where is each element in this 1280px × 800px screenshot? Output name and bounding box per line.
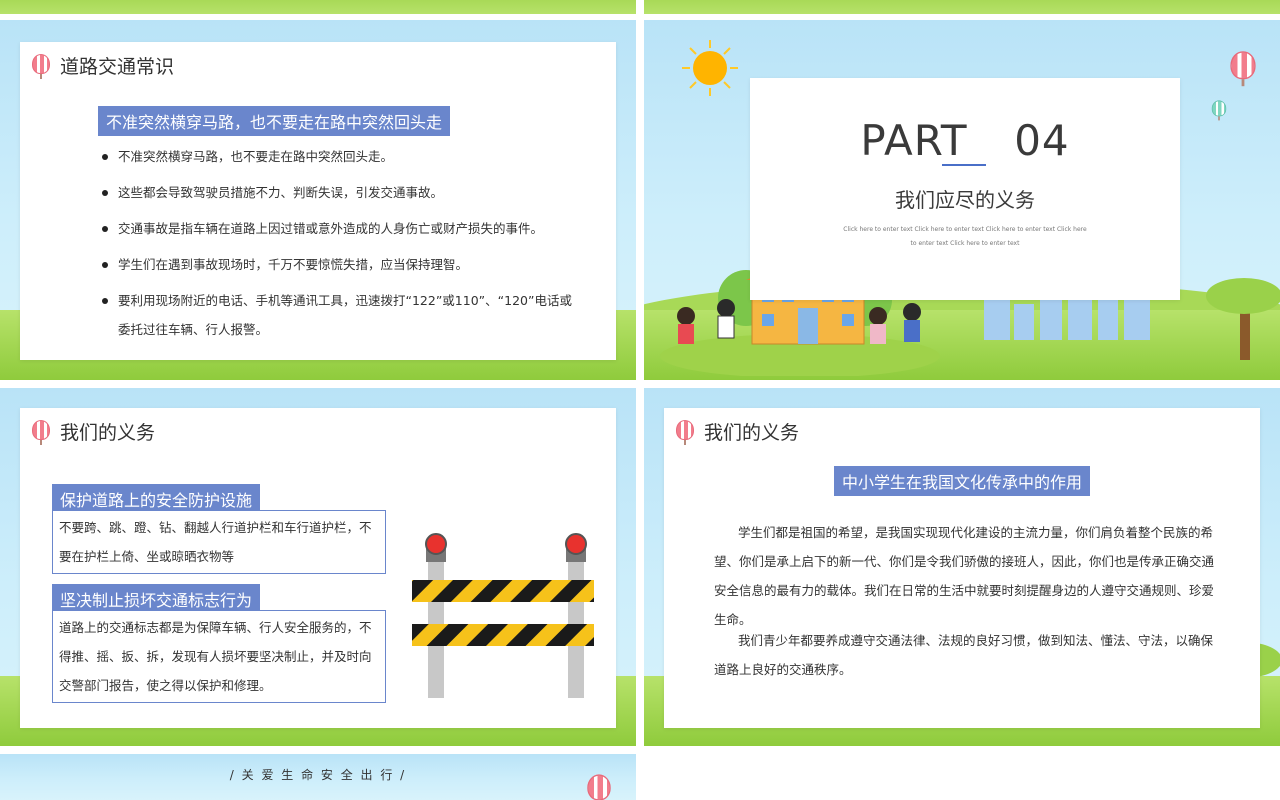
balloon-icon	[32, 419, 50, 445]
balloon-icon	[676, 419, 694, 445]
content-card: 道路交通常识 不准突然横穿马路，也不要走在路中突然回头走 不准突然横穿马路，也不…	[20, 42, 616, 360]
previous-slide-edge	[0, 0, 636, 14]
slide-thumbnail-4[interactable]: 我们的义务 中小学生在我国文化传承中的作用 学生们都是祖国的希望，是我国实现现代…	[644, 388, 1280, 746]
slide-thumbnail-2[interactable]: PART 04 我们应尽的义务 Click here to enter text…	[644, 20, 1280, 380]
list-item: 交通事故是指车辆在道路上因过错或意外造成的人身伤亡或财产损失的事件。	[102, 214, 572, 243]
list-item: 不准突然横穿马路，也不要走在路中突然回头走。	[102, 142, 572, 171]
content-card: 我们的义务 保护道路上的安全防护设施 不要跨、跳、蹬、钻、翻越人行道护栏和车行道…	[20, 408, 616, 728]
section-heading: 不准突然横穿马路，也不要走在路中突然回头走	[98, 106, 451, 136]
list-item: 要利用现场附近的电话、手机等通讯工具，迅速拨打“122”或110”、“120”电…	[102, 286, 572, 344]
bullet-list: 不准突然横穿马路，也不要走在路中突然回头走。 这些都会导致驾驶员措施不力、判断失…	[102, 142, 572, 344]
tree-illustration	[1206, 278, 1280, 360]
balloon-icon	[32, 53, 50, 79]
list-item: 学生们在遇到事故现场时，千万不要惊慌失措，应当保持理智。	[102, 250, 572, 279]
placeholder-text: Click here to enter text Click here to e…	[843, 226, 1087, 233]
tagline: / 关 爱 生 命 安 全 出 行 /	[229, 768, 407, 782]
section-body: 道路上的交通标志都是为保障车辆、行人安全服务的，不得推、摇、扳、拆，发现有人损坏…	[52, 610, 386, 703]
slide-title: 我们的义务	[60, 422, 156, 444]
list-item: 这些都会导致驾驶员措施不力、判断失误，引发交通事故。	[102, 178, 572, 207]
road-barrier-illustration	[412, 533, 594, 698]
title-underline	[942, 164, 986, 166]
slide-thumbnail-1[interactable]: 道路交通常识 不准突然横穿马路，也不要走在路中突然回头走 不准突然横穿马路，也不…	[0, 20, 636, 380]
body-paragraph: 我们青少年都要养成遵守交通法律、法规的良好习惯，做到知法、懂法、守法，以确保道路…	[714, 633, 1214, 677]
part-number: 04	[1014, 116, 1070, 165]
placeholder-text: to enter text Click here to enter text	[910, 240, 1020, 247]
slide-title: 我们的义务	[704, 422, 800, 444]
slide-thumbnail-5[interactable]: / 关 爱 生 命 安 全 出 行 /	[0, 754, 636, 800]
part-label: PART	[860, 116, 968, 165]
section-heading: 中小学生在我国文化传承中的作用	[833, 466, 1090, 496]
section-body: 不要跨、跳、蹬、钻、翻越人行道护栏和车行道护栏，不要在护栏上倚、坐或晾晒衣物等	[52, 510, 386, 574]
title-card: PART 04 我们应尽的义务 Click here to enter text…	[750, 78, 1180, 300]
balloon-icon	[587, 774, 611, 800]
slide-thumbnail-3[interactable]: 我们的义务 保护道路上的安全防护设施 不要跨、跳、蹬、钻、翻越人行道护栏和车行道…	[0, 388, 636, 746]
previous-slide-edge	[644, 0, 1280, 14]
balloon-icon	[1230, 51, 1256, 87]
body-paragraph: 学生们都是祖国的希望，是我国实现现代化建设的主流力量，你们肩负着整个民族的希望、…	[714, 525, 1215, 627]
slide-grid: 道路交通常识 不准突然横穿马路，也不要走在路中突然回头走 不准突然横穿马路，也不…	[0, 0, 1280, 800]
content-card: 我们的义务 中小学生在我国文化传承中的作用 学生们都是祖国的希望，是我国实现现代…	[664, 408, 1260, 728]
balloon-icon	[1211, 100, 1227, 121]
part-subtitle: 我们应尽的义务	[895, 188, 1035, 212]
sun-icon	[682, 40, 738, 96]
slide-title: 道路交通常识	[60, 56, 175, 78]
